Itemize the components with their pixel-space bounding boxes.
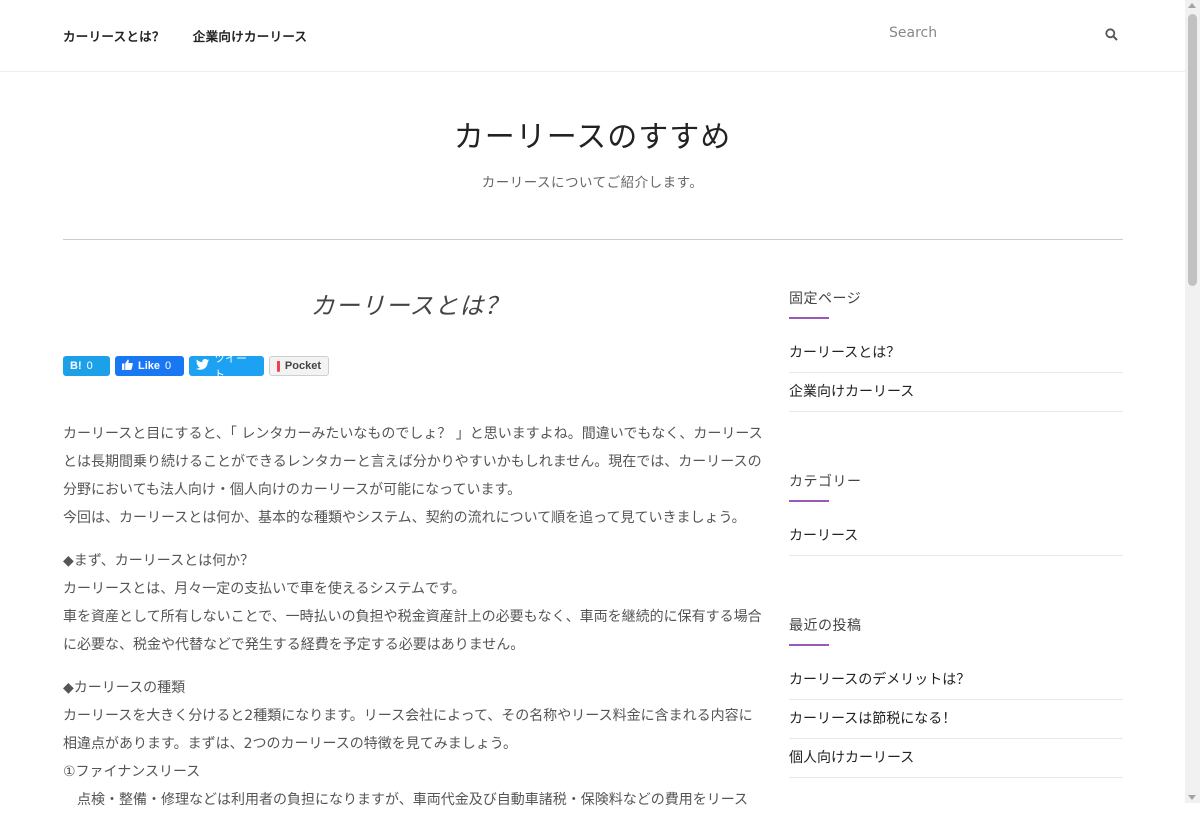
post-paragraph: 今回は、カーリースとは何か、基本的な種類やシステム、契約の流れについて順を追って… xyxy=(63,510,746,526)
sidebar-item-page[interactable]: 企業向けカーリース xyxy=(789,373,1123,412)
pocket-save-button[interactable]: Pocket xyxy=(269,356,329,376)
post-subheading: ①ファイナンスリース xyxy=(63,764,201,780)
sidebar-item-page[interactable]: カーリースとは？ xyxy=(789,334,1123,373)
hatena-bookmark-button[interactable]: B! 0 xyxy=(63,356,110,376)
pocket-label: Pocket xyxy=(284,360,321,372)
page-scrollbar[interactable] xyxy=(1185,0,1200,803)
hatena-count: 0 xyxy=(86,360,93,372)
scroll-up-arrow-icon[interactable] xyxy=(1188,3,1196,8)
share-buttons: B! 0 Like 0 ツイート Pocket xyxy=(63,353,329,381)
widget-title-underline xyxy=(789,644,829,646)
site-title[interactable]: カーリースのすすめ xyxy=(0,112,1185,156)
search-form xyxy=(889,22,1119,44)
post-heading: ◆まず、カーリースとは何か？ xyxy=(63,553,255,569)
nav-item-corporate-car-lease[interactable]: 企業向けカーリース xyxy=(193,26,308,45)
pocket-icon xyxy=(277,360,280,372)
search-input[interactable] xyxy=(889,22,1089,44)
header-divider xyxy=(63,239,1123,240)
thumbs-up-icon xyxy=(122,359,133,373)
sidebar-item-recent-post[interactable]: 個人向けカーリース xyxy=(789,739,1123,778)
post-paragraph: カーリースと目にすると、「 レンタカーみたいなものでしょ？ 」と思いますよね。間… xyxy=(63,426,763,498)
sidebar-item-category[interactable]: カーリース xyxy=(789,517,1123,556)
post-title: カーリースとは？ xyxy=(310,292,510,320)
post-content: カーリースと目にすると、「 レンタカーみたいなものでしょ？ 」と思いますよね。間… xyxy=(63,420,763,814)
post-paragraph: 点検・整備・修理などは利用者の負担になりますが、車両代金及び自動車諸税・保険料な… xyxy=(63,792,749,808)
widget-title-underline xyxy=(789,500,829,502)
post-paragraph: カーリースとは、月々一定の支払いで車を使えるシステムです。 xyxy=(63,581,466,597)
scrollbar-thumb[interactable] xyxy=(1188,14,1197,286)
top-navbar: カーリースとは？ 企業向けカーリース xyxy=(0,0,1185,72)
twitter-bird-icon xyxy=(196,359,209,373)
sidebar-item-recent-post[interactable]: カーリースは節税になる！ xyxy=(789,700,1123,739)
twitter-tweet-button[interactable]: ツイート xyxy=(189,353,264,381)
facebook-like-button[interactable]: Like 0 xyxy=(115,356,184,376)
widget-title-recent-posts: 最近の投稿 xyxy=(789,618,862,634)
post-heading: ◆カーリースの種類 xyxy=(63,680,186,696)
widget-title-categories: カテゴリー xyxy=(789,474,862,490)
site-description: カーリースについてご紹介します。 xyxy=(481,175,704,191)
facebook-like-count: 0 xyxy=(165,360,172,372)
post-paragraph: カーリースを大きく分けると2種類になります。リース会社によって、その名称やリース… xyxy=(63,708,753,752)
nav-item-car-lease-about[interactable]: カーリースとは？ xyxy=(63,26,165,45)
scroll-down-arrow-icon[interactable] xyxy=(1188,795,1196,800)
widget-title-underline xyxy=(789,317,829,319)
search-icon xyxy=(1105,28,1118,41)
search-button[interactable] xyxy=(1105,26,1119,41)
hatena-icon: B! xyxy=(70,360,82,372)
facebook-like-label: Like xyxy=(138,360,161,372)
tweet-label: ツイート xyxy=(214,353,247,381)
widget-title-pages: 固定ページ xyxy=(789,291,862,307)
primary-nav: カーリースとは？ 企業向けカーリース xyxy=(63,26,307,45)
sidebar-item-recent-post[interactable]: カーリースのデメリットは？ xyxy=(789,661,1123,700)
post-paragraph: 車を資産として所有しないことで、一時払いの負担や税金資産計上の必要もなく、車両を… xyxy=(63,609,762,653)
